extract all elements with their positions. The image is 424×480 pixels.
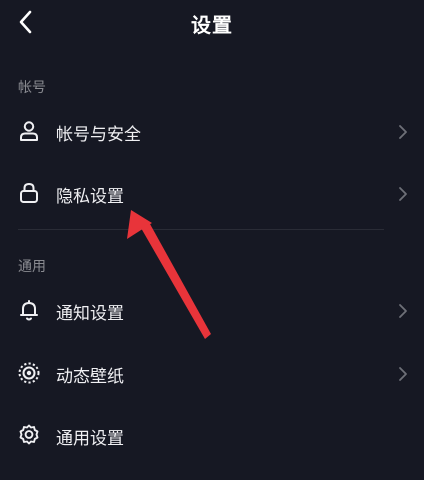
section-label-general: 通用: [18, 259, 46, 275]
section-divider: [18, 229, 384, 230]
bell-icon: [20, 300, 38, 321]
user-icon: [20, 121, 38, 141]
settings-row-label: 帐号与安全: [56, 125, 141, 145]
section-label-account: 帐号: [18, 80, 46, 96]
settings-row-label: 通知设置: [56, 304, 124, 324]
chevron-right-icon: [399, 187, 407, 201]
settings-row-label: 隐私设置: [56, 187, 124, 207]
gear-icon: [19, 424, 39, 445]
chevron-right-icon: [399, 304, 407, 318]
settings-row-notifications[interactable]: 通知设置: [0, 286, 424, 336]
settings-row-live-wallpaper[interactable]: 动态壁纸: [0, 349, 424, 399]
chevron-right-icon: [399, 367, 407, 381]
settings-row-privacy[interactable]: 隐私设置: [0, 169, 424, 219]
annotation-arrow: [127, 210, 211, 339]
header-bar: 设置: [0, 0, 424, 46]
settings-row-general-settings[interactable]: 通用设置: [0, 411, 424, 461]
live-wallpaper-icon: [18, 362, 40, 384]
settings-row-account-security[interactable]: 帐号与安全: [0, 107, 424, 157]
settings-row-label: 通用设置: [56, 429, 124, 449]
chevron-right-icon: [399, 125, 407, 139]
lock-icon: [20, 182, 38, 203]
settings-row-label: 动态壁纸: [56, 367, 124, 387]
page-title: 设置: [191, 13, 233, 37]
